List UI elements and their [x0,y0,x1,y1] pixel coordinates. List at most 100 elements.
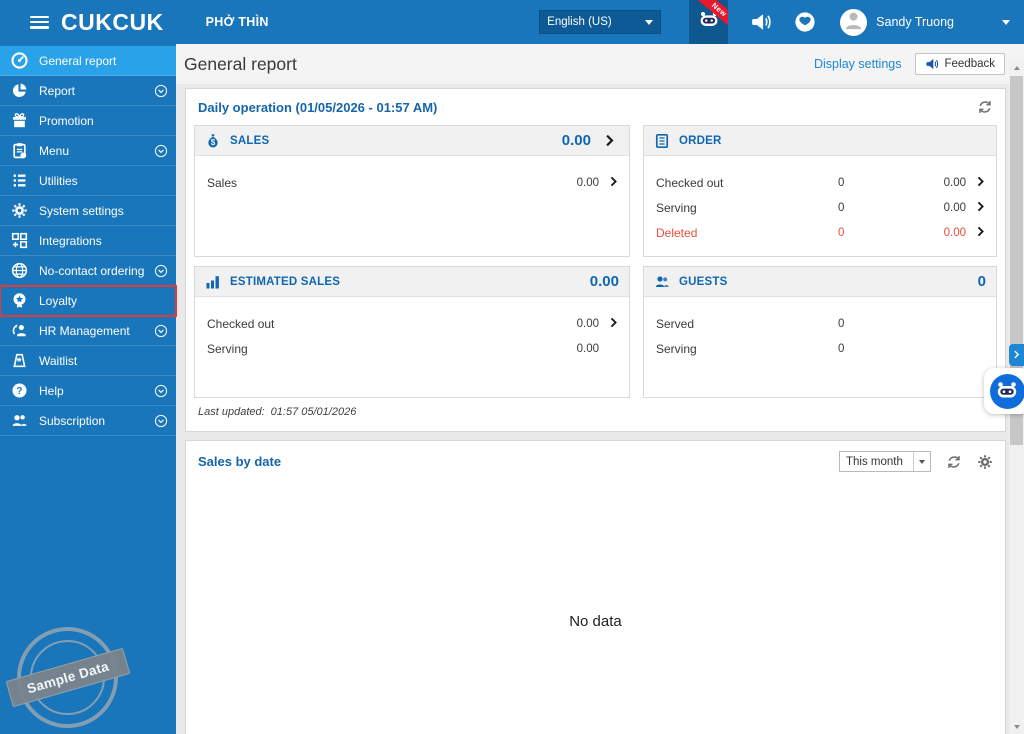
integrations-icon [11,232,30,250]
card-row-deleted[interactable]: Deleted 0 0.00 [656,220,986,245]
pie-chart-icon [11,82,30,100]
sidebar-item-label: Loyalty [39,293,78,308]
language-selected-label: English (US) [547,16,612,28]
top-bar: CUKCUK PHỞ THÌN English (US) New Sandy T… [0,0,1024,44]
chevron-down-icon [913,452,930,471]
page-header: General report Display settings Feedback [176,44,1024,84]
order-card: ORDER Checked out 0 0.00 Serving 0 0.00 Delete… [643,125,997,257]
sidebar-item-label: No-contact ordering [39,263,145,278]
chevron-right-icon[interactable] [599,176,619,190]
dashboard-icon [11,52,30,70]
chevron-right-icon[interactable] [966,201,986,215]
row-value: 0.00 [576,176,599,189]
estimated-sales-total: 0.00 [589,273,619,290]
sidebar-item-utilities[interactable]: Utilities [0,166,176,196]
card-row-served: Served 0 [656,311,986,336]
sidebar-item-report[interactable]: Report [0,76,176,106]
sidebar-item-integrations[interactable]: Integrations [0,226,176,256]
chevron-right-icon[interactable] [599,317,619,331]
row-label: Serving [656,200,697,215]
svg-text:$: $ [211,138,216,147]
row-value: 0.00 [943,226,966,239]
globe-icon [11,262,30,280]
daily-operation-panel: Daily operation (01/05/2026 - 01:57 AM) … [185,88,1006,432]
app-logo[interactable]: CUKCUK [61,9,164,36]
refresh-icon[interactable] [946,454,962,470]
chevron-down-circle-icon[interactable] [154,264,168,278]
sidebar-item-label: Report [39,83,76,98]
order-card-header: ORDER [644,126,996,156]
sidebar-item-no-contact-ordering[interactable]: No-contact ordering [0,256,176,286]
scroll-down-arrow[interactable] [1009,719,1024,734]
robot-icon [989,373,1024,409]
card-row-sales[interactable]: Sales 0.00 [207,170,619,195]
sidebar-item-help[interactable]: ? Help [0,376,176,406]
language-select[interactable]: English (US) [539,10,662,34]
chevron-right-icon [1012,346,1021,364]
estimated-sales-card: ESTIMATED SALES 0.00 Checked out 0.00 Serv… [194,266,630,398]
hr-people-icon [11,322,30,340]
sidebar-item-loyalty[interactable]: Loyalty [0,285,177,317]
sidebar-item-general-report[interactable]: General report [0,46,176,76]
sidebar-item-label: Waitlist [39,353,78,368]
sidebar-item-system-settings[interactable]: System settings [0,196,176,226]
sidebar-item-hr-management[interactable]: HR Management [0,316,176,346]
chatbot-floating-button[interactable] [984,368,1024,414]
sidebar-item-menu[interactable]: Menu [0,136,176,166]
chevron-right-icon[interactable] [966,176,986,190]
gear-icon[interactable] [977,454,993,470]
row-value: 0.00 [576,317,599,330]
chevron-right-icon[interactable] [966,226,986,240]
globe-heart-icon[interactable] [794,11,816,33]
display-settings-link[interactable]: Display settings [814,57,902,71]
period-select[interactable]: This month [839,451,931,472]
sidebar-menu: General report Report Promotion Menu Utiliti… [0,44,177,436]
sales-card-header[interactable]: $ SALES 0.00 [195,126,629,156]
document-icon [654,132,672,150]
list-icon [11,172,30,190]
money-bag-icon: $ [205,132,223,150]
chevron-down-circle-icon[interactable] [154,414,168,428]
restaurant-name: PHỞ THÌN [205,15,269,29]
row-label: Checked out [207,316,275,331]
svg-text:?: ? [16,386,22,397]
clipboard-icon [11,142,30,160]
sidebar: General report Report Promotion Menu Utiliti… [0,44,177,734]
card-row-checked-out[interactable]: Checked out 0 0.00 [656,170,986,195]
sidebar-item-label: Utilities [39,173,78,188]
sidebar-item-label: Subscription [39,413,106,428]
waitlist-sign-icon [11,352,30,370]
announcements-megaphone-icon[interactable] [750,11,772,33]
card-row-checked-out[interactable]: Checked out 0.00 [207,311,619,336]
sample-data-stamp: Sample Data [5,623,131,733]
chatbot-topbar-button[interactable]: New [689,0,729,44]
user-avatar[interactable] [840,8,868,36]
sidebar-item-promotion[interactable]: Promotion [0,106,176,136]
chevron-down-circle-icon[interactable] [154,144,168,158]
hamburger-menu-icon[interactable] [30,15,49,29]
user-menu-chevron-icon[interactable] [1002,19,1010,25]
feedback-button[interactable]: Feedback [915,53,1005,75]
side-panel-expander[interactable] [1009,344,1024,366]
bar-chart-icon [205,273,223,291]
person-icon [842,9,865,36]
chevron-right-icon[interactable] [603,134,619,148]
card-row-serving[interactable]: Serving 0 0.00 [656,195,986,220]
user-name[interactable]: Sandy Truong [876,15,954,29]
row-label: Checked out [656,175,724,190]
main-content: General report Display settings Feedback… [176,44,1024,734]
row-label: Serving [656,341,697,356]
chevron-down-circle-icon[interactable] [154,384,168,398]
sidebar-item-label: Menu [39,143,70,158]
chevron-down-circle-icon[interactable] [154,84,168,98]
refresh-icon[interactable] [977,99,993,115]
sales-by-date-panel: Sales by date This month No data [185,440,1006,734]
scroll-up-arrow[interactable] [1009,60,1024,75]
chevron-down-circle-icon[interactable] [154,324,168,338]
guests-card-header: GUESTS 0 [644,267,996,297]
sidebar-item-waitlist[interactable]: Waitlist [0,346,176,376]
last-updated: Last updated: 01:57 05/01/2026 [198,406,357,418]
card-row-serving: Serving 0 [656,336,986,361]
sidebar-item-subscription[interactable]: Subscription [0,406,176,436]
daily-operation-title: Daily operation (01/05/2026 - 01:57 AM) [198,99,438,115]
